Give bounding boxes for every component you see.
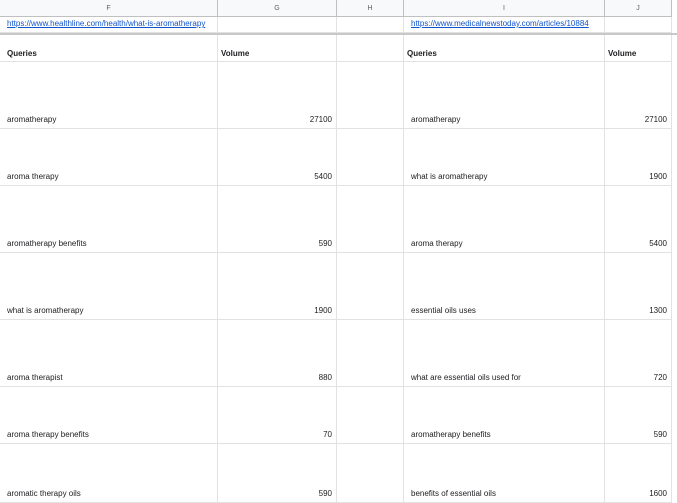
url-cell-right[interactable]: https://www.medicalnewstoday.com/article…	[404, 17, 605, 33]
query-text: aroma therapy	[411, 239, 463, 248]
empty-cell[interactable]	[337, 253, 404, 320]
query-text: aromatherapy	[411, 115, 461, 124]
query-cell-right[interactable]: aroma therapy	[404, 186, 605, 253]
query-cell-left[interactable]: aromatic therapy oils	[0, 444, 218, 503]
url-cell-left[interactable]: https://www.healthline.com/health/what-i…	[0, 17, 218, 33]
volume-value: 590	[318, 239, 332, 248]
url-link-right[interactable]: https://www.medicalnewstoday.com/article…	[411, 19, 589, 28]
query-text: aromatherapy benefits	[411, 430, 491, 439]
query-cell-left[interactable]: aroma therapy	[0, 129, 218, 186]
volume-cell-left[interactable]: 5400	[218, 129, 337, 186]
query-cell-right[interactable]: aromatherapy	[404, 62, 605, 129]
header-volume-right[interactable]: Volume	[605, 35, 672, 62]
column-header-h[interactable]: H	[337, 0, 404, 17]
query-text: aroma therapy benefits	[7, 430, 89, 439]
empty-cell[interactable]	[337, 444, 404, 503]
empty-cell[interactable]	[337, 17, 404, 33]
query-text: aroma therapy	[7, 172, 59, 181]
volume-cell-left[interactable]: 590	[218, 444, 337, 503]
volume-value: 27100	[644, 115, 667, 124]
volume-cell-right[interactable]: 1600	[605, 444, 672, 503]
volume-cell-left[interactable]: 70	[218, 387, 337, 444]
volume-value: 70	[323, 430, 332, 439]
volume-value: 590	[653, 430, 667, 439]
query-cell-right[interactable]: what are essential oils used for	[404, 320, 605, 387]
query-text: aromatherapy benefits	[7, 239, 87, 248]
header-label: Volume	[608, 49, 637, 58]
column-header-j[interactable]: J	[605, 0, 672, 17]
query-cell-right[interactable]: what is aromatherapy	[404, 129, 605, 186]
volume-value: 27100	[309, 115, 332, 124]
volume-cell-right[interactable]: 590	[605, 387, 672, 444]
column-header-i[interactable]: I	[404, 0, 605, 17]
query-cell-left[interactable]: aroma therapy benefits	[0, 387, 218, 444]
volume-value: 1900	[314, 306, 332, 315]
query-cell-right[interactable]: aromatherapy benefits	[404, 387, 605, 444]
volume-cell-left[interactable]: 590	[218, 186, 337, 253]
volume-value: 1300	[649, 306, 667, 315]
url-link-left[interactable]: https://www.healthline.com/health/what-i…	[7, 19, 205, 28]
volume-cell-left[interactable]: 27100	[218, 62, 337, 129]
empty-cell[interactable]	[337, 35, 404, 62]
query-cell-right[interactable]: benefits of essential oils	[404, 444, 605, 503]
volume-cell-right[interactable]: 5400	[605, 186, 672, 253]
empty-cell[interactable]	[337, 62, 404, 129]
volume-cell-right[interactable]: 1300	[605, 253, 672, 320]
volume-value: 720	[653, 373, 667, 382]
query-cell-left[interactable]: aromatherapy	[0, 62, 218, 129]
query-cell-left[interactable]: what is aromatherapy	[0, 253, 218, 320]
header-label: Volume	[221, 49, 250, 58]
header-label: Queries	[7, 49, 37, 58]
empty-cell[interactable]	[337, 387, 404, 444]
volume-value: 5400	[649, 239, 667, 248]
header-volume-left[interactable]: Volume	[218, 35, 337, 62]
header-label: Queries	[407, 49, 437, 58]
query-text: aromatherapy	[7, 115, 57, 124]
spreadsheet-grid: F G H I J https://www.healthline.com/hea…	[0, 0, 677, 503]
header-queries-left[interactable]: Queries	[0, 35, 218, 62]
empty-cell[interactable]	[605, 17, 672, 33]
query-text: what are essential oils used for	[411, 373, 521, 382]
empty-cell[interactable]	[218, 17, 337, 33]
volume-cell-left[interactable]: 1900	[218, 253, 337, 320]
volume-cell-right[interactable]: 720	[605, 320, 672, 387]
query-cell-left[interactable]: aromatherapy benefits	[0, 186, 218, 253]
query-cell-right[interactable]: essential oils uses	[404, 253, 605, 320]
empty-cell[interactable]	[337, 129, 404, 186]
volume-value: 1600	[649, 489, 667, 498]
column-header-g[interactable]: G	[218, 0, 337, 17]
query-text: benefits of essential oils	[411, 489, 496, 498]
volume-value: 590	[318, 489, 332, 498]
column-header-f[interactable]: F	[0, 0, 218, 17]
volume-cell-left[interactable]: 880	[218, 320, 337, 387]
empty-cell[interactable]	[337, 320, 404, 387]
query-text: what is aromatherapy	[411, 172, 488, 181]
empty-cell[interactable]	[337, 186, 404, 253]
volume-cell-right[interactable]: 27100	[605, 62, 672, 129]
volume-cell-right[interactable]: 1900	[605, 129, 672, 186]
header-queries-right[interactable]: Queries	[404, 35, 605, 62]
volume-value: 1900	[649, 172, 667, 181]
query-text: aromatic therapy oils	[7, 489, 81, 498]
query-text: what is aromatherapy	[7, 306, 84, 315]
query-text: essential oils uses	[411, 306, 476, 315]
volume-value: 880	[318, 373, 332, 382]
query-text: aroma therapist	[7, 373, 63, 382]
volume-value: 5400	[314, 172, 332, 181]
query-cell-left[interactable]: aroma therapist	[0, 320, 218, 387]
